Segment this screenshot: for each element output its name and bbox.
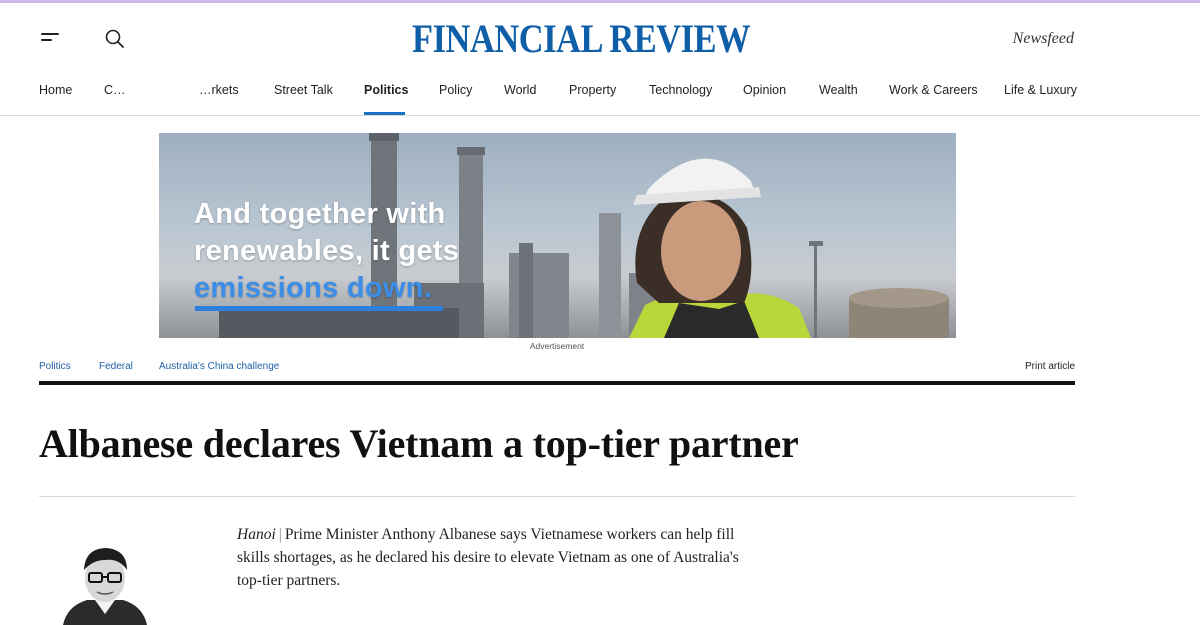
nav-item-property[interactable]: Property <box>569 83 616 97</box>
nav-item-world[interactable]: World <box>504 83 536 97</box>
newsfeed-link[interactable]: Newsfeed <box>1013 30 1074 48</box>
nav-item-politics[interactable]: Politics <box>364 83 408 97</box>
nav-item-life-luxury[interactable]: Life & Luxury <box>1004 83 1077 97</box>
breadcrumb: Politics Federal Australia's China chall… <box>39 361 1075 375</box>
article-lead: Hanoi | Prime Minister Anthony Albanese sa… <box>237 523 757 592</box>
nav-item-work-careers[interactable]: Work & Careers <box>889 83 978 97</box>
title-divider <box>39 496 1075 497</box>
advertisement-label: Advertisement <box>529 341 585 351</box>
breadcrumb-federal[interactable]: Federal <box>99 361 133 372</box>
nav-item-wealth[interactable]: Wealth <box>819 83 858 97</box>
nav-item-opinion[interactable]: Opinion <box>743 83 786 97</box>
header-divider <box>39 381 1075 385</box>
author-avatar[interactable] <box>55 540 155 625</box>
ad-headline: And together with renewables, it gets em… <box>194 198 460 304</box>
site-header: FINANCIAL REVIEW Newsfeed <box>0 3 1200 73</box>
advertisement-banner[interactable]: And together with renewables, it gets em… <box>159 133 956 338</box>
article-title: Albanese declares Vietnam a top-tier par… <box>39 421 799 466</box>
lead-paragraph: Prime Minister Anthony Albanese says Vie… <box>237 526 739 589</box>
ad-underline <box>195 306 443 311</box>
nav-item-policy[interactable]: Policy <box>439 83 472 97</box>
breadcrumb-china-challenge[interactable]: Australia's China challenge <box>159 361 279 372</box>
dateline-separator: | <box>278 526 282 543</box>
main-nav: Home C… …rkets Street Talk Politics Poli… <box>0 75 1200 116</box>
nav-item-companies[interactable]: C… <box>104 83 126 97</box>
breadcrumb-politics[interactable]: Politics <box>39 361 71 372</box>
active-nav-indicator <box>364 112 405 115</box>
search-icon[interactable] <box>103 27 127 51</box>
site-logo[interactable]: FINANCIAL REVIEW <box>412 19 751 59</box>
print-article-link[interactable]: Print article <box>1025 361 1075 372</box>
nav-item-technology[interactable]: Technology <box>649 83 712 97</box>
hamburger-menu-icon[interactable] <box>38 29 64 49</box>
nav-item-street-talk[interactable]: Street Talk <box>274 83 333 97</box>
nav-item-markets[interactable]: …rkets <box>199 83 239 97</box>
dateline: Hanoi <box>237 526 276 543</box>
nav-item-home[interactable]: Home <box>39 83 72 97</box>
